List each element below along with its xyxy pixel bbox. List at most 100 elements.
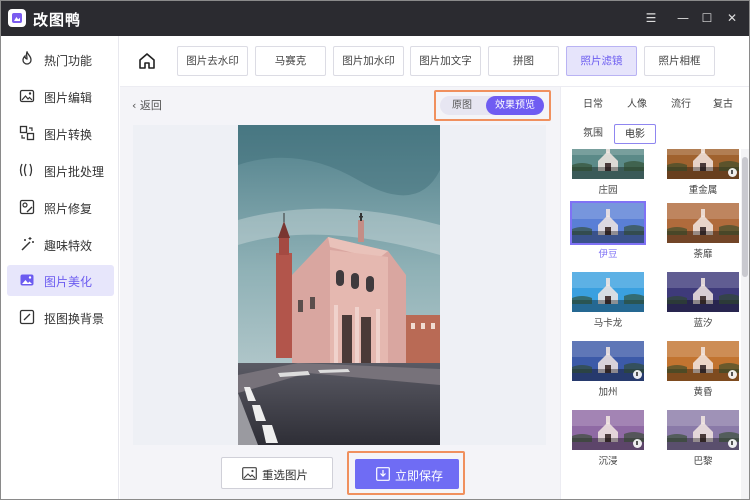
download-icon [633, 370, 642, 379]
sidebar-item-label: 抠图换背景 [44, 312, 105, 326]
filter-thumbnail[interactable] [572, 341, 644, 381]
filter-label: 马卡龙 [593, 318, 623, 329]
sidebar-item-label: 图片美化 [44, 275, 93, 289]
sidebar-item-repair[interactable]: 照片修复 [7, 192, 114, 223]
save-button-highlight: 立即保存 [347, 451, 465, 495]
title-bar: 改图鸭 ☰ — ☐ ✕ [1, 1, 749, 36]
filter-label: 荼靡 [693, 249, 713, 260]
filter-label: 伊豆 [598, 249, 618, 260]
app-window: 改图鸭 ☰ — ☐ ✕ 热门功能 图片编辑 图片转换 图片批处理 照片修复 趣味… [0, 0, 750, 500]
tab-photo-filter[interactable]: 照片滤镜 [566, 46, 637, 76]
save-label: 立即保存 [395, 469, 444, 483]
filter-label: 蓝汐 [693, 318, 713, 329]
sidebar-item-label: 照片修复 [44, 202, 93, 216]
filter-preview-image [667, 272, 739, 312]
filter-thumbnail[interactable] [572, 272, 644, 312]
home-button[interactable] [132, 46, 162, 76]
app-title: 改图鸭 [33, 11, 82, 29]
filter-thumbnail[interactable] [667, 272, 739, 312]
tab-add-watermark[interactable]: 图片加水印 [333, 46, 404, 76]
filter-preview-image [572, 149, 644, 179]
download-icon [728, 168, 737, 177]
filter-thumbnail[interactable] [667, 341, 739, 381]
tab-remove-watermark[interactable]: 图片去水印 [177, 46, 248, 76]
filter-category-popular[interactable]: 流行 [665, 95, 697, 115]
sidebar-item-label: 图片编辑 [44, 91, 93, 105]
filter-category-portrait[interactable]: 人像 [621, 95, 653, 115]
filter-label: 黄昏 [693, 387, 713, 398]
filter-label: 加州 [598, 387, 618, 398]
download-icon [633, 439, 642, 448]
filter-scrollbar[interactable] [741, 149, 749, 499]
tab-collage[interactable]: 拼图 [488, 46, 559, 76]
sidebar-item-label: 图片批处理 [44, 165, 105, 179]
filter-thumbnail[interactable] [572, 410, 644, 450]
image-icon [242, 467, 257, 480]
filter-category-daily[interactable]: 日常 [577, 95, 609, 115]
filter-category-ambience[interactable]: 氛围 [577, 124, 609, 144]
tab-mosaic[interactable]: 马赛克 [255, 46, 326, 76]
filter-thumbnail[interactable] [570, 201, 646, 245]
image-edit-icon [19, 89, 35, 103]
minimize-button[interactable]: — [675, 10, 691, 26]
magic-wand-icon [21, 237, 34, 251]
sidebar-item-label: 图片转换 [44, 128, 93, 142]
sidebar-item-label: 趣味特效 [44, 239, 93, 253]
sidebar-item-effects[interactable]: 趣味特效 [7, 229, 114, 260]
filter-thumbnail-list: 庄园 重金属伊豆 荼靡马卡龙 蓝汐加州 黄昏沉浸 巴黎 [561, 149, 741, 499]
feature-tabs: 图片去水印 马赛克 图片加水印 图片加文字 拼图 照片滤镜 照片相框 [120, 36, 749, 87]
image-canvas [133, 125, 546, 445]
menu-icon[interactable]: ☰ [643, 10, 659, 26]
preview-area: ‹ 返回 原图 效果预览 重选图片 立即保存 [120, 87, 560, 499]
sidebar-item-beautify[interactable]: 图片美化 [7, 265, 114, 296]
filter-preview-image [572, 272, 644, 312]
preview-toggle: 原图 效果预览 [440, 96, 544, 115]
repair-icon [19, 199, 35, 215]
app-logo-icon [8, 9, 26, 27]
filter-label: 沉浸 [598, 456, 618, 467]
filter-thumbnail[interactable] [667, 410, 739, 450]
tab-add-text[interactable]: 图片加文字 [410, 46, 481, 76]
toggle-original[interactable]: 原图 [440, 96, 484, 115]
reselect-label: 重选图片 [262, 468, 308, 482]
download-icon [376, 467, 390, 481]
filter-thumbnail[interactable] [572, 149, 644, 179]
filter-thumbnail[interactable] [667, 203, 739, 243]
filter-label: 重金属 [688, 185, 718, 196]
filter-label: 庄园 [598, 185, 618, 196]
sidebar-item-cutout[interactable]: 抠图换背景 [7, 302, 114, 333]
scrollbar-thumb[interactable] [742, 157, 748, 277]
filter-thumbnail[interactable] [667, 149, 739, 179]
download-icon [728, 370, 737, 379]
tab-photo-frame[interactable]: 照片相框 [644, 46, 715, 76]
sidebar-item-label: 热门功能 [44, 54, 93, 68]
convert-icon [19, 125, 35, 141]
filter-category-movie[interactable]: 电影 [614, 124, 656, 144]
sidebar-item-hot[interactable]: 热门功能 [7, 44, 114, 75]
back-label: 返回 [139, 99, 162, 112]
maximize-button[interactable]: ☐ [699, 10, 715, 26]
beautify-icon [20, 274, 34, 286]
batch-icon [19, 163, 33, 177]
save-now-button[interactable]: 立即保存 [355, 459, 459, 489]
filter-preview-image [572, 203, 644, 243]
fire-icon [22, 51, 32, 65]
download-icon [728, 439, 737, 448]
sidebar-item-batch[interactable]: 图片批处理 [7, 155, 114, 186]
sidebar-item-image-edit[interactable]: 图片编辑 [7, 81, 114, 112]
filter-preview-image [667, 203, 739, 243]
sidebar-item-convert[interactable]: 图片转换 [7, 118, 114, 149]
church-photo [238, 125, 440, 445]
filter-panel: 日常 人像 流行 复古 氛围 电影 庄园 重金属伊豆 荼靡马卡龙 蓝汐加州 黄昏沉浸 巴黎 [560, 87, 749, 499]
toggle-effect-preview[interactable]: 效果预览 [486, 96, 544, 115]
home-icon [139, 53, 155, 69]
chevron-left-icon: ‹ [132, 99, 140, 112]
back-link[interactable]: ‹ 返回 [132, 97, 162, 113]
sidebar: 热门功能 图片编辑 图片转换 图片批处理 照片修复 趣味特效 图片美化 抠图换背… [1, 36, 119, 499]
close-button[interactable]: ✕ [724, 10, 740, 26]
preview-toggle-highlight: 原图 效果预览 [434, 90, 551, 121]
reselect-image-button[interactable]: 重选图片 [221, 457, 333, 489]
filter-label: 巴黎 [693, 456, 713, 467]
filter-category-retro[interactable]: 复古 [707, 95, 739, 115]
cutout-icon [19, 309, 35, 325]
